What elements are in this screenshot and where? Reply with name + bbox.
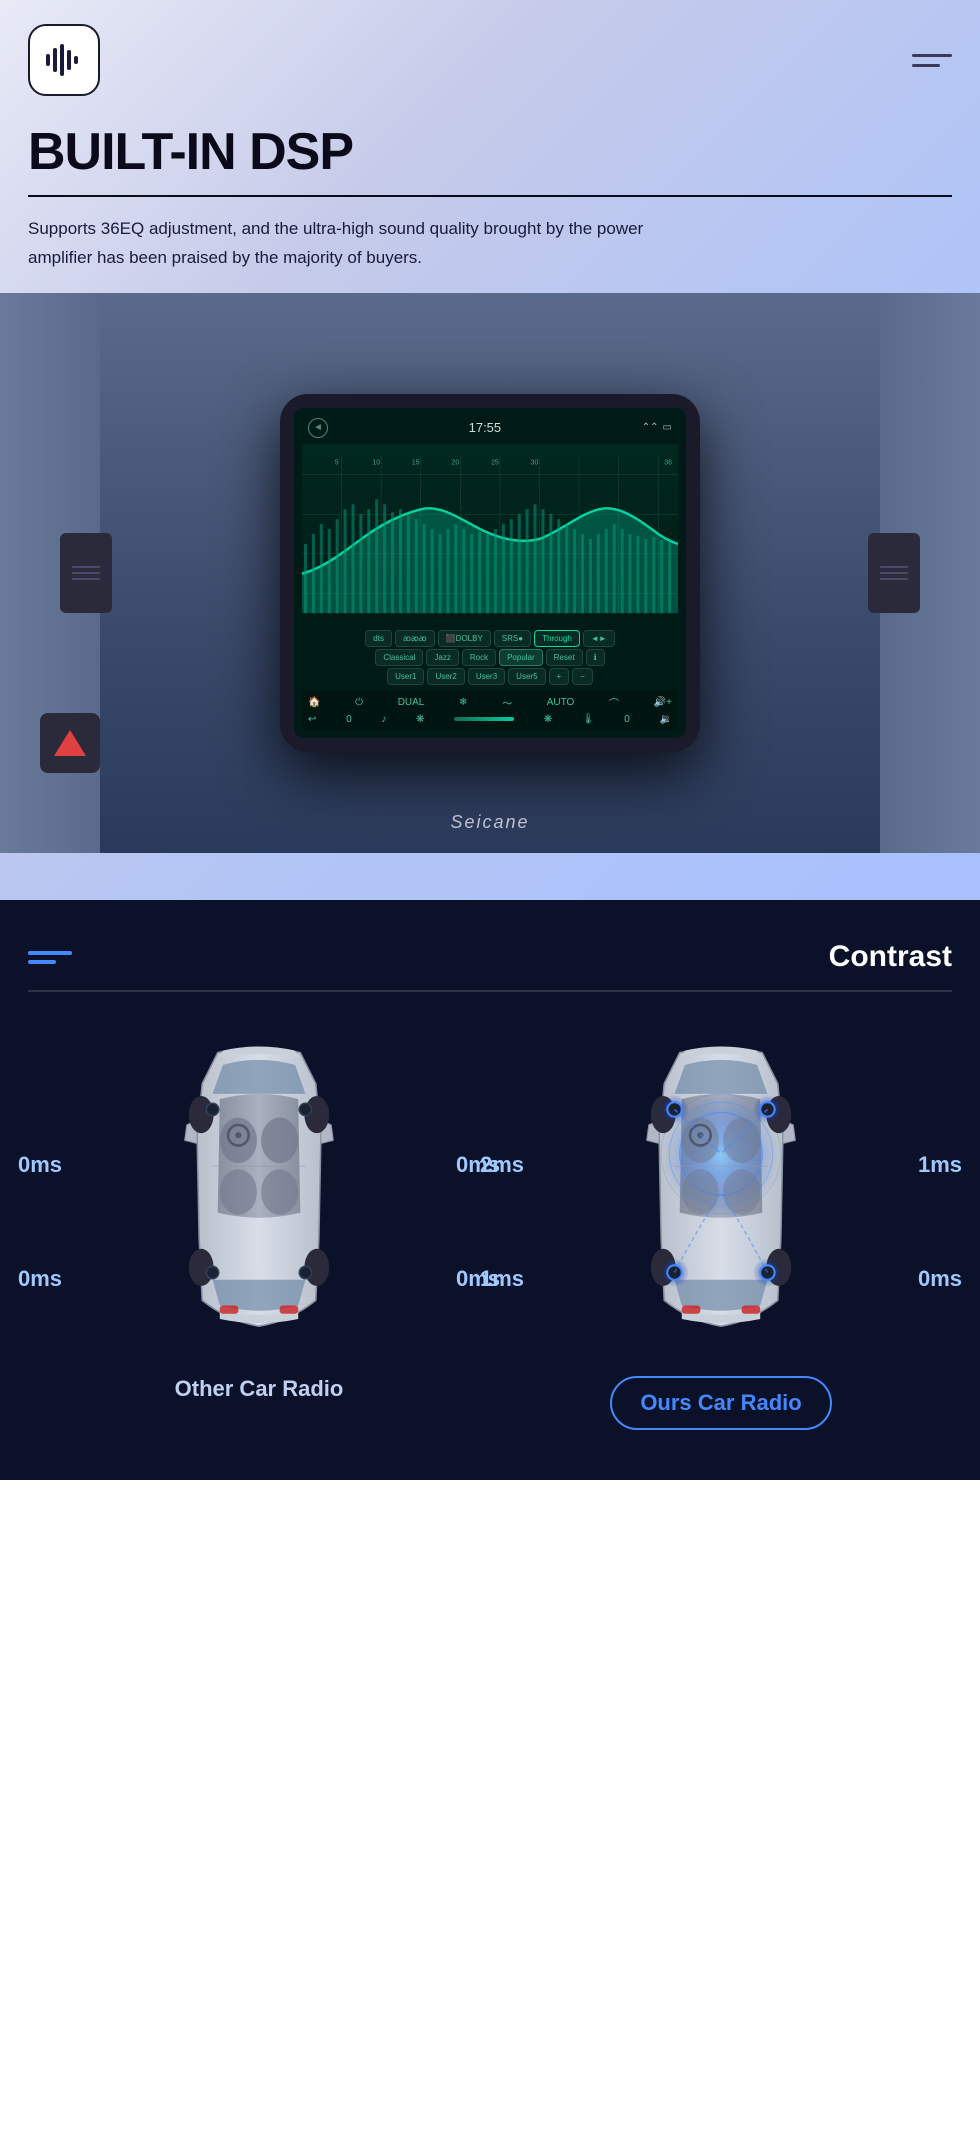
other-car-image-wrapper: 0ms 0ms [28, 1032, 490, 1352]
srs-btn[interactable]: SRS● [494, 630, 531, 647]
user1-btn[interactable]: User1 [387, 668, 424, 685]
car-comparison: 0ms 0ms [28, 1032, 952, 1430]
dolby-btn[interactable]: ⬛DOLBY [438, 630, 491, 647]
fan-icon: 〜 [502, 695, 512, 710]
car-interior: ◄ 17:55 ⌃⌃ ▭ [0, 293, 980, 853]
other-car-label: Other Car Radio [175, 1376, 344, 1402]
right-vent [868, 533, 920, 613]
volume-btn[interactable]: ◄► [583, 630, 615, 647]
dsp-row-2: Classical Jazz Rock Popular Reset ℹ [302, 649, 678, 666]
mode-icon[interactable]: ⌒ [609, 695, 619, 710]
ours-car-delay-bottom-left: 1ms [480, 1266, 524, 1292]
line-1 [28, 951, 72, 955]
back-button[interactable]: ◄ [308, 418, 328, 438]
hazard-button[interactable] [40, 713, 100, 773]
svg-text:20: 20 [452, 460, 460, 467]
user2-btn[interactable]: User2 [427, 668, 464, 685]
zero-right: 0 [624, 714, 630, 725]
left-vent [60, 533, 112, 613]
dsp-row-1: dts ꜵꜵꜵ ⬛DOLBY SRS● Through ◄► [302, 630, 678, 647]
top-bar [0, 0, 980, 112]
hazard-triangle-icon [54, 730, 86, 756]
reset-btn[interactable]: Reset [546, 649, 583, 666]
screen-status-icons: ⌃⌃ ▭ [642, 422, 672, 433]
svg-text:5: 5 [335, 460, 339, 467]
title-divider [28, 195, 952, 197]
vol-down-icon[interactable]: 🔉 [660, 714, 672, 725]
ours-car-label-box: Ours Car Radio [490, 1376, 952, 1430]
dts-btn[interactable]: dts [365, 630, 392, 647]
svg-text:25: 25 [491, 460, 499, 467]
other-car-column: 0ms 0ms [28, 1032, 490, 1402]
snowflake-icon: ❄ [459, 697, 467, 708]
ours-car-image-wrapper: 2ms 1ms [490, 1032, 952, 1352]
auto-label: AUTO [547, 697, 575, 708]
line-2 [28, 960, 56, 964]
power-icon[interactable]: ⏻ [355, 697, 363, 708]
fan-right-icon: ❋ [544, 714, 552, 725]
user3-btn[interactable]: User3 [468, 668, 505, 685]
device-screen: ◄ 17:55 ⌃⌃ ▭ [294, 408, 686, 738]
back-nav-icon[interactable]: ↩ [308, 714, 316, 725]
other-car-delay-top-left: 0ms [18, 1152, 62, 1178]
screen-topbar: ◄ 17:55 ⌃⌃ ▭ [302, 416, 678, 444]
through-btn[interactable]: Through [534, 630, 580, 647]
info-btn[interactable]: ℹ [586, 649, 605, 666]
contrast-divider [28, 990, 952, 992]
nav-row-1: 🏠 ⏻ DUAL ❄ 〜 AUTO ⌒ 🔊+ [308, 695, 672, 710]
classical-btn[interactable]: Classical [375, 649, 423, 666]
screen-bottom-nav: 🏠 ⏻ DUAL ❄ 〜 AUTO ⌒ 🔊+ ↩ 0 ♪ [302, 690, 678, 730]
contrast-header: Contrast [28, 940, 952, 974]
svg-text:36: 36 [664, 460, 672, 467]
page-title: BUILT-IN DSP [28, 124, 952, 181]
home-icon[interactable]: 🏠 [308, 697, 320, 708]
popular-btn[interactable]: Popular [499, 649, 543, 666]
other-car-label-box: Other Car Radio [28, 1376, 490, 1402]
dsp-row-3: User1 User2 User3 User5 + − [302, 668, 678, 685]
hero-section: BUILT-IN DSP Supports 36EQ adjustment, a… [0, 0, 980, 900]
contrast-title: Contrast [829, 940, 952, 974]
bbe-btn[interactable]: ꜵꜵꜵ [395, 630, 435, 647]
fan-left-icon: ❋ [416, 714, 424, 725]
svg-text:10: 10 [372, 460, 380, 467]
dual-label: DUAL [398, 697, 425, 708]
dsp-buttons-area: dts ꜵꜵꜵ ⬛DOLBY SRS● Through ◄► Classical… [302, 628, 678, 687]
ours-car-delay-top-left: 2ms [480, 1152, 524, 1178]
device-container: ◄ 17:55 ⌃⌃ ▭ [0, 283, 980, 853]
nav-row-2: ↩ 0 ♪ ❋ ❋ 🌡 0 🔉 [308, 714, 672, 725]
contrast-section: Contrast 0ms 0ms [0, 900, 980, 1480]
menu-button[interactable] [912, 54, 952, 67]
svg-text:15: 15 [412, 460, 420, 467]
user5-btn[interactable]: User5 [508, 668, 545, 685]
ours-car-radio-button[interactable]: Ours Car Radio [610, 1376, 831, 1430]
logo-icon [28, 24, 100, 96]
brand-name: Seicane [450, 812, 529, 833]
plus-btn[interactable]: + [549, 668, 570, 685]
ours-car-delay-top-right: 1ms [918, 1152, 962, 1178]
zero-left: 0 [346, 714, 352, 725]
other-car-delay-bottom-left: 0ms [18, 1266, 62, 1292]
eq-display: 5 10 15 20 25 30 36 [302, 444, 678, 624]
temp-icon: 🌡 [582, 714, 595, 725]
screen-time: 17:55 [469, 420, 502, 435]
fan-bar [454, 717, 514, 721]
rock-btn[interactable]: Rock [462, 649, 496, 666]
title-area: BUILT-IN DSP Supports 36EQ adjustment, a… [0, 112, 980, 283]
car-radio-unit: ◄ 17:55 ⌃⌃ ▭ [280, 394, 700, 752]
minus-btn[interactable]: − [572, 668, 593, 685]
section-lines-icon [28, 951, 72, 964]
svg-text:30: 30 [531, 460, 539, 467]
subtitle-text: Supports 36EQ adjustment, and the ultra-… [28, 215, 648, 273]
jazz-btn[interactable]: Jazz [426, 649, 458, 666]
ours-car-delay-bottom-right: 0ms [918, 1266, 962, 1292]
ours-car-column: 2ms 1ms [490, 1032, 952, 1430]
vol-up-icon[interactable]: 🔊+ [654, 697, 672, 708]
music-icon: ♪ [381, 714, 386, 725]
